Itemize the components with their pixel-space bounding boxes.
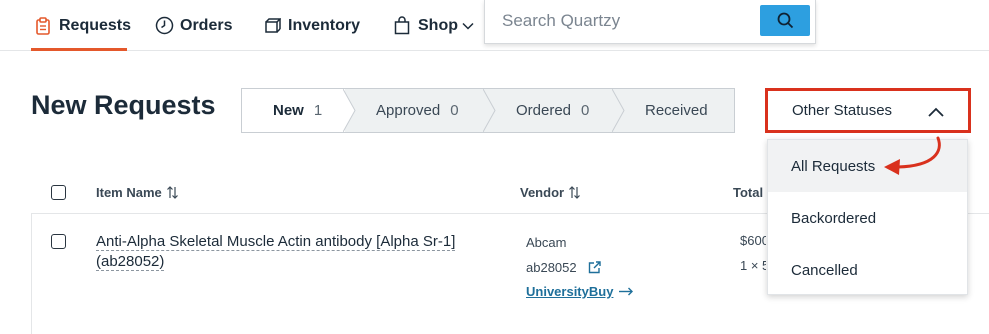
- nav-active-indicator: [31, 48, 127, 51]
- nav-label-requests: Requests: [59, 16, 132, 34]
- nav-label-shop: Shop: [418, 16, 458, 34]
- select-all-checkbox[interactable]: [51, 185, 66, 200]
- clock-icon: [154, 16, 174, 36]
- item-name-link[interactable]: Anti-Alpha Skeletal Muscle Actin antibod…: [96, 232, 486, 272]
- tab-label: New: [273, 102, 304, 119]
- column-label: Vendor: [520, 185, 565, 200]
- quantity: 1 × 5: [740, 258, 766, 273]
- chevron-down-icon: [462, 22, 474, 30]
- item-name-line: Anti-Alpha Skeletal Muscle Actin antibod…: [96, 233, 456, 251]
- buy-link-label: UniversityBuy: [526, 284, 614, 299]
- annotation-arrow-icon: [884, 136, 941, 175]
- tab-count: 1: [313, 102, 323, 119]
- other-statuses-button[interactable]: Other Statuses: [765, 88, 971, 133]
- search-box: [484, 0, 816, 44]
- tab-separator: [483, 89, 496, 132]
- nav-item-requests[interactable]: Requests: [33, 0, 131, 51]
- dropdown-item-label: All Requests: [791, 157, 876, 175]
- universitybuy-link[interactable]: UniversityBuy: [526, 284, 634, 299]
- tab-ordered[interactable]: Ordered 0: [516, 89, 589, 132]
- row-checkbox[interactable]: [51, 234, 66, 249]
- nav-item-inventory[interactable]: Inventory: [262, 0, 360, 51]
- sort-icon: [569, 186, 581, 199]
- catalog-number-link[interactable]: ab28052: [526, 260, 601, 275]
- top-nav: Requests Orders Inventory Shop: [0, 0, 989, 51]
- vendor-name: Abcam: [526, 235, 567, 250]
- item-name-line: (ab28052): [96, 253, 165, 271]
- column-header-vendor[interactable]: Vendor: [520, 185, 581, 200]
- other-statuses-label: Other Statuses: [792, 102, 893, 119]
- tab-label: Received: [645, 102, 708, 119]
- tab-received[interactable]: Received: [645, 89, 708, 132]
- box-icon: [262, 16, 282, 36]
- tab-approved[interactable]: Approved 0: [376, 89, 459, 132]
- nav-item-shop[interactable]: Shop: [392, 0, 474, 51]
- tab-separator: [612, 89, 625, 132]
- sort-icon: [166, 186, 178, 199]
- arrow-right-icon: [619, 287, 634, 296]
- tab-new[interactable]: New 1: [242, 89, 345, 132]
- nav-label-inventory: Inventory: [288, 16, 361, 34]
- tab-label: Ordered: [516, 102, 572, 119]
- dropdown-item-label: Backordered: [791, 209, 877, 227]
- catalog-number: ab28052: [526, 260, 577, 275]
- clipboard-icon: [33, 16, 53, 36]
- dropdown-item-backordered[interactable]: Backordered: [768, 192, 967, 244]
- tab-count: 0: [581, 102, 590, 119]
- row-border: [31, 213, 32, 334]
- tab-separator: [343, 89, 356, 132]
- page-title: New Requests: [31, 90, 216, 120]
- shopping-bag-icon: [392, 16, 412, 36]
- nav-label-orders: Orders: [180, 16, 233, 34]
- column-header-total[interactable]: Total: [733, 185, 763, 200]
- chevron-up-icon: [928, 104, 944, 121]
- dropdown-item-cancelled[interactable]: Cancelled: [768, 244, 967, 296]
- column-label: Total: [733, 185, 764, 200]
- price: $600: [740, 233, 766, 248]
- external-link-icon: [588, 261, 601, 274]
- column-label: Item Name: [96, 185, 162, 200]
- search-input[interactable]: [485, 0, 755, 42]
- tab-label: Approved: [376, 102, 441, 119]
- nav-item-orders[interactable]: Orders: [154, 0, 232, 51]
- column-header-item-name[interactable]: Item Name: [96, 185, 178, 200]
- search-icon: [777, 12, 794, 29]
- dropdown-item-label: Cancelled: [791, 261, 858, 279]
- tab-count: 0: [450, 102, 459, 119]
- status-tabs: New 1 Approved 0 Ordered 0 Received: [241, 88, 735, 133]
- search-button[interactable]: [760, 5, 810, 36]
